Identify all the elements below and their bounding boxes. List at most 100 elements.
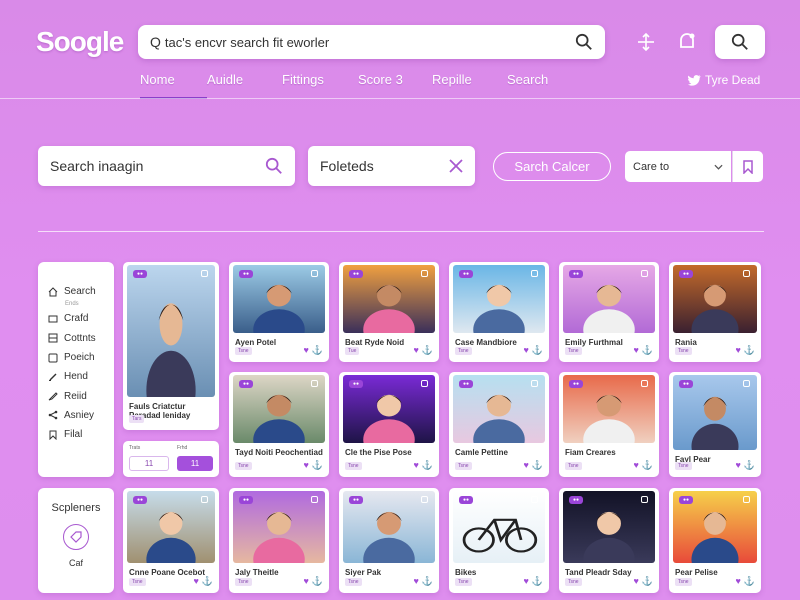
tweet-link[interactable]: Tyre Dead [688,73,760,87]
select-checkbox[interactable] [201,496,208,503]
heart-icon[interactable]: ♥ [633,577,638,586]
pin-icon[interactable]: ⚓ [642,461,653,470]
select-checkbox[interactable] [421,496,428,503]
heart-icon[interactable]: ♥ [735,577,740,586]
select-checkbox[interactable] [641,380,648,387]
pin-icon[interactable]: ⚓ [312,346,323,355]
card-thumbnail[interactable]: ●● [453,265,545,333]
select-checkbox[interactable] [311,270,318,277]
heart-icon[interactable]: ♥ [413,461,418,470]
card-tag[interactable]: Tars [129,415,145,423]
card-tag[interactable]: Tsne [675,462,692,470]
search-icon[interactable] [575,33,593,51]
card-thumbnail[interactable]: ●● [563,375,655,443]
image-card[interactable]: ●● Bikes Tsne ♥ ⚓ [449,488,549,593]
card-thumbnail[interactable]: ●● [343,375,435,443]
heart-icon[interactable]: ♥ [633,346,638,355]
card-thumbnail[interactable]: ●● [563,265,655,333]
image-card[interactable]: ●● Camle Pettine Tsne ♥ ⚓ [449,372,549,477]
card-tag[interactable]: Tsne [235,347,252,355]
header-search-button[interactable] [715,25,765,59]
card-thumbnail[interactable]: ●● [343,491,435,563]
pin-icon[interactable]: ⚓ [422,577,433,586]
sidebar-item-crafd[interactable]: Crafd [38,309,114,328]
image-card[interactable]: ●● Pear Pelise Tsne ♥ ⚓ [669,488,761,593]
image-card[interactable]: ●● Beat Ryde Noid Tue ♥ ⚓ [339,262,439,362]
heart-icon[interactable]: ♥ [413,346,418,355]
pin-icon[interactable]: ⚓ [532,577,543,586]
image-card[interactable]: ●● Cle the Pise Pose Tsne ♥ ⚓ [339,372,439,477]
card-tag[interactable]: Tue [345,347,360,355]
search-icon[interactable] [265,157,283,175]
card-tag[interactable]: Tsne [565,578,582,586]
nav-tab-fittings[interactable]: Fittings [282,72,358,99]
pin-icon[interactable]: ⚓ [422,461,433,470]
select-checkbox[interactable] [201,270,208,277]
image-card[interactable]: ●● Emily Furthmal Tsne ♥ ⚓ [559,262,659,362]
card-thumbnail[interactable]: ●● [127,491,215,563]
pin-icon[interactable]: ⚓ [744,461,755,470]
pin-icon[interactable]: ⚓ [744,346,755,355]
heart-icon[interactable]: ♥ [523,346,528,355]
pin-icon[interactable]: ⚓ [642,346,653,355]
sort-select[interactable]: Care to [625,151,731,182]
stats-value-2[interactable]: 11 [177,456,213,471]
select-checkbox[interactable] [531,496,538,503]
pin-icon[interactable]: ⚓ [312,461,323,470]
select-checkbox[interactable] [421,380,428,387]
card-thumbnail[interactable]: ●● [673,491,757,563]
heart-icon[interactable]: ♥ [523,577,528,586]
card-tag[interactable]: Tsne [675,347,692,355]
pin-icon[interactable]: ⚓ [532,346,543,355]
heart-icon[interactable]: ♥ [735,346,740,355]
card-thumbnail[interactable]: ●● [233,375,325,443]
card-thumbnail[interactable]: ●● [453,375,545,443]
search-filter-button[interactable]: Sarch Calcer [493,152,611,181]
folder-filter-field[interactable]: Foleteds [308,146,475,186]
stats-value-1[interactable]: 11 [129,456,169,471]
nav-tab-home[interactable]: Nome [140,72,207,99]
card-tag[interactable]: Tsne [455,578,472,586]
sidebar-item-hend[interactable]: Hend [38,367,114,386]
image-card[interactable]: ●● Rania Tsne ♥ ⚓ [669,262,761,362]
top-search-input[interactable] [164,34,575,50]
select-checkbox[interactable] [641,496,648,503]
nav-tab-score[interactable]: Score 3 [358,72,432,99]
image-card[interactable]: ●● Jaly Theitle Tsne ♥ ⚓ [229,488,329,593]
pin-icon[interactable]: ⚓ [422,346,433,355]
card-thumbnail[interactable]: ●● [673,265,757,333]
select-checkbox[interactable] [531,270,538,277]
card-thumbnail[interactable]: ●● [343,265,435,333]
card-tag[interactable]: Tsne [235,578,252,586]
card-tag[interactable]: Tsne [565,462,582,470]
sidebar-item-asniey[interactable]: Asniey [38,406,114,425]
image-card[interactable]: ●● Tayd Noiti Peochentiad Tsne ♥ ⚓ [229,372,329,477]
image-card[interactable]: ●● Fauls Criatctur Paradad leniday Tars [123,262,219,430]
pin-icon[interactable]: ⚓ [202,577,213,586]
heart-icon[interactable]: ♥ [633,461,638,470]
card-thumbnail[interactable]: ●● [453,491,545,563]
bookmark-filter-button[interactable] [732,151,763,182]
card-tag[interactable]: Tsne [675,578,692,586]
card-tag[interactable]: Tsne [345,462,362,470]
select-checkbox[interactable] [311,496,318,503]
pin-icon[interactable]: ⚓ [744,577,755,586]
image-card[interactable]: ●● Ayen Potel Tsne ♥ ⚓ [229,262,329,362]
close-icon[interactable] [449,159,463,173]
select-checkbox[interactable] [421,270,428,277]
sidebar-item-filal[interactable]: Filal [38,425,114,444]
notification-icon[interactable] [675,30,699,54]
pin-icon[interactable]: ⚓ [312,577,323,586]
heart-icon[interactable]: ♥ [523,461,528,470]
heart-icon[interactable]: ♥ [303,346,308,355]
nav-tab-repille[interactable]: Repille [432,72,507,99]
heart-icon[interactable]: ♥ [303,577,308,586]
select-checkbox[interactable] [743,270,750,277]
pin-icon[interactable]: ⚓ [532,461,543,470]
card-thumbnail[interactable]: ●● [563,491,655,563]
card-tag[interactable]: Tsne [565,347,582,355]
image-card[interactable]: ●● Siyer Pak Tsne ♥ ⚓ [339,488,439,593]
image-card[interactable]: ●● Tand Pleadr Sday Tsne ♥ ⚓ [559,488,659,593]
card-tag[interactable]: Tsne [455,347,472,355]
card-tag[interactable]: Tsne [345,578,362,586]
